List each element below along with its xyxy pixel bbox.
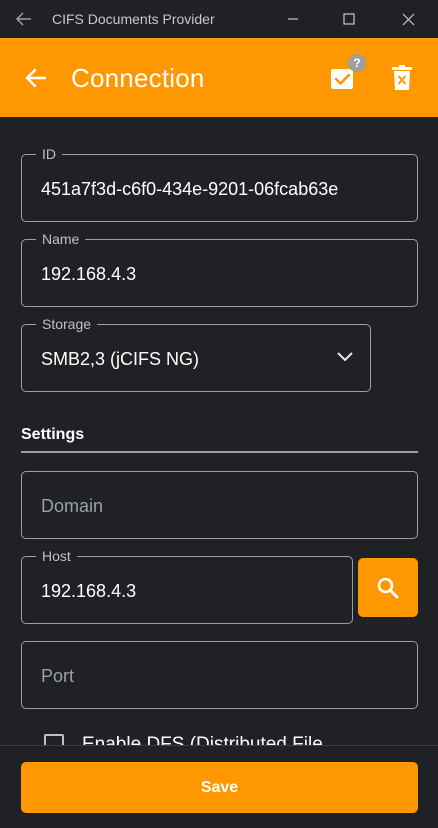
back-arrow-icon[interactable] xyxy=(24,66,48,90)
close-icon xyxy=(402,13,414,25)
help-badge-icon[interactable]: ? xyxy=(348,54,366,72)
close-button[interactable] xyxy=(395,6,421,32)
storage-value: SMB2,3 (jCIFS NG) xyxy=(41,349,200,369)
id-label: ID xyxy=(36,145,62,163)
name-value: 192.168.4.3 xyxy=(41,264,137,284)
name-label: Name xyxy=(36,230,86,248)
port-field[interactable]: Port xyxy=(21,641,418,709)
domain-placeholder: Domain xyxy=(41,496,104,516)
search-icon xyxy=(377,577,399,598)
window-title: CIFS Documents Provider xyxy=(52,11,215,27)
id-value: 451a7f3d-c6f0-434e-9201-06fcab63e xyxy=(41,179,339,199)
port-placeholder: Port xyxy=(41,666,75,686)
window-titlebar: CIFS Documents Provider xyxy=(0,0,438,39)
storage-label: Storage xyxy=(36,315,98,333)
host-value: 192.168.4.3 xyxy=(41,581,137,601)
name-field[interactable]: Name 192.168.4.3 xyxy=(21,230,418,307)
delete-icon[interactable] xyxy=(391,65,413,91)
app-bar: Connection ? xyxy=(0,38,438,117)
domain-field[interactable]: Domain xyxy=(21,471,418,539)
chevron-down-icon xyxy=(337,352,353,362)
minimize-icon xyxy=(288,18,298,20)
host-search-button[interactable] xyxy=(358,558,418,617)
id-field[interactable]: ID 451a7f3d-c6f0-434e-9201-06fcab63e xyxy=(21,145,418,222)
settings-heading: Settings xyxy=(21,426,85,443)
host-label: Host xyxy=(36,547,77,565)
host-field[interactable]: Host 192.168.4.3 xyxy=(21,547,353,624)
page-title: Connection xyxy=(71,63,205,93)
save-button[interactable]: Save xyxy=(21,762,418,813)
maximize-button[interactable] xyxy=(336,6,362,32)
settings-divider xyxy=(21,451,418,453)
maximize-icon xyxy=(343,13,355,25)
window-back-icon[interactable] xyxy=(14,9,34,29)
minimize-button[interactable] xyxy=(280,6,306,32)
storage-dropdown[interactable]: Storage SMB2,3 (jCIFS NG) xyxy=(21,315,371,392)
bottom-action-bar: Save xyxy=(0,745,438,828)
